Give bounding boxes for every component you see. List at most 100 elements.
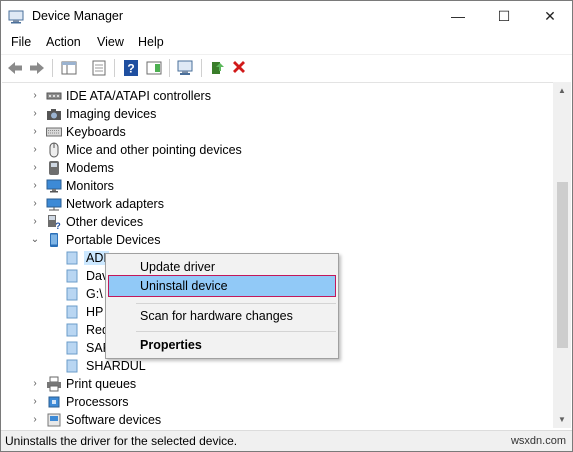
menu-item-label: Update driver xyxy=(140,260,216,274)
camera-icon xyxy=(47,109,61,120)
tree-item-label: Portable Devices xyxy=(66,233,161,247)
modem-icon xyxy=(49,161,59,175)
monitor-icon xyxy=(46,179,62,193)
collapse-chevron-icon[interactable]: ⌄ xyxy=(30,234,40,246)
portable-device-icon xyxy=(66,269,78,283)
tree-item-imaging-devices[interactable]: › Imaging devices xyxy=(2,105,542,123)
update-driver-icon[interactable] xyxy=(208,59,226,77)
unknown-device-icon: ? xyxy=(48,215,61,230)
portable-device-icon xyxy=(66,341,78,355)
tree-item-label: Processors xyxy=(66,395,129,409)
expand-chevron-icon[interactable]: › xyxy=(30,90,40,102)
menu-item-label: Properties xyxy=(140,338,202,352)
tree-item-label: HP xyxy=(86,305,104,319)
tree-item-label: Software devices xyxy=(66,413,162,427)
tree-item-label: Keyboards xyxy=(66,125,126,139)
expand-chevron-icon[interactable]: › xyxy=(30,396,40,408)
menu-item-label: Scan for hardware changes xyxy=(140,309,293,323)
portable-device-icon xyxy=(66,287,78,301)
properties-sheet-icon[interactable] xyxy=(90,59,108,77)
vertical-scrollbar[interactable]: ▲ ▼ xyxy=(553,82,571,428)
title-bar: Device Manager — ☐ ✕ xyxy=(1,1,572,32)
tree-item-portable-devices[interactable]: ⌄ Portable Devices xyxy=(2,231,542,249)
expand-chevron-icon[interactable]: › xyxy=(30,378,40,390)
expand-chevron-icon[interactable]: › xyxy=(30,108,40,120)
tree-item-network-adapters[interactable]: › Network adapters xyxy=(2,195,542,213)
expand-chevron-icon[interactable]: › xyxy=(30,126,40,138)
show-hide-console-tree-icon[interactable] xyxy=(60,59,78,77)
svg-text:?: ? xyxy=(127,62,134,76)
tree-item-label: IDE ATA/ATAPI controllers xyxy=(66,89,211,103)
toolbar: ? xyxy=(1,54,572,80)
tree-item-portable-child[interactable]: SHARDUL xyxy=(2,357,542,375)
menu-bar: File Action View Help xyxy=(1,32,572,53)
menu-separator xyxy=(136,331,336,332)
tree-item-print-queues[interactable]: › Print queues xyxy=(2,375,542,393)
back-arrow-icon[interactable] xyxy=(6,59,24,77)
tree-item-label: G:\ xyxy=(86,287,103,301)
show-action-pane-icon[interactable] xyxy=(145,59,163,77)
menu-item-label: Uninstall device xyxy=(140,279,228,293)
help-icon[interactable]: ? xyxy=(122,59,140,77)
uninstall-device-icon[interactable] xyxy=(230,59,248,77)
expand-chevron-icon[interactable]: › xyxy=(30,216,40,228)
menu-action[interactable]: Action xyxy=(46,35,81,49)
scan-hardware-icon[interactable] xyxy=(176,59,194,77)
menu-help[interactable]: Help xyxy=(138,35,164,49)
portable-device-icon xyxy=(50,233,58,247)
scroll-down-icon[interactable]: ▼ xyxy=(553,411,571,428)
expand-chevron-icon[interactable]: › xyxy=(30,198,40,210)
tree-item-ide-controllers[interactable]: › IDE ATA/ATAPI controllers xyxy=(2,87,542,105)
svg-text:?: ? xyxy=(55,221,61,230)
tree-item-label: Network adapters xyxy=(66,197,164,211)
scroll-up-icon[interactable]: ▲ xyxy=(553,82,571,99)
tree-item-other-devices[interactable]: › ? Other devices xyxy=(2,213,542,231)
tree-item-label: Other devices xyxy=(66,215,144,229)
device-manager-app-icon xyxy=(8,10,24,24)
portable-device-icon xyxy=(66,359,78,373)
ide-controller-icon xyxy=(46,92,62,100)
watermark-text: wsxdn.com xyxy=(510,435,566,447)
tree-item-modems[interactable]: › Modems xyxy=(2,159,542,177)
portable-device-icon xyxy=(66,305,78,319)
tree-item-label: SHARDUL xyxy=(86,359,146,373)
tree-item-label: Monitors xyxy=(66,179,114,193)
maximize-button[interactable]: ☐ xyxy=(481,1,527,32)
scrollbar-thumb[interactable] xyxy=(557,182,568,348)
toolbar-separator xyxy=(201,59,202,77)
status-bar: Uninstalls the driver for the selected d… xyxy=(1,430,572,451)
processor-icon xyxy=(48,396,60,408)
menu-properties[interactable]: Properties xyxy=(108,334,336,356)
expand-chevron-icon[interactable]: › xyxy=(30,162,40,174)
menu-uninstall-device[interactable]: Uninstall device xyxy=(108,275,336,297)
tree-item-keyboards[interactable]: › Keyboards xyxy=(2,123,542,141)
portable-device-icon xyxy=(66,323,78,337)
network-icon xyxy=(46,198,62,211)
status-text: Uninstalls the driver for the selected d… xyxy=(5,434,238,448)
tree-item-monitors[interactable]: › Monitors xyxy=(2,177,542,195)
close-button[interactable]: ✕ xyxy=(527,1,573,32)
minimize-button[interactable]: — xyxy=(435,1,481,32)
toolbar-separator xyxy=(52,59,53,77)
forward-arrow-icon[interactable] xyxy=(28,59,46,77)
menu-file[interactable]: File xyxy=(11,35,31,49)
toolbar-separator xyxy=(114,59,115,77)
device-manager-window: Device Manager — ☐ ✕ File Action View He… xyxy=(0,0,573,452)
menu-scan-hardware[interactable]: Scan for hardware changes xyxy=(108,305,336,327)
window-title: Device Manager xyxy=(32,9,124,23)
tree-item-label: Imaging devices xyxy=(66,107,157,121)
menu-view[interactable]: View xyxy=(97,35,124,49)
tree-item-software-devices[interactable]: › Software devices xyxy=(2,411,542,428)
expand-chevron-icon[interactable]: › xyxy=(30,144,40,156)
expand-chevron-icon[interactable]: › xyxy=(30,180,40,192)
tree-item-processors[interactable]: › Processors xyxy=(2,393,542,411)
software-device-icon xyxy=(47,413,61,427)
printer-icon xyxy=(47,376,61,392)
menu-separator xyxy=(136,303,336,304)
toolbar-separator xyxy=(169,59,170,77)
portable-device-icon xyxy=(66,251,78,265)
expand-chevron-icon[interactable]: › xyxy=(30,414,40,426)
tree-item-mice[interactable]: › Mice and other pointing devices xyxy=(2,141,542,159)
tree-item-label: Mice and other pointing devices xyxy=(66,143,242,157)
tree-item-label: Print queues xyxy=(66,377,137,391)
